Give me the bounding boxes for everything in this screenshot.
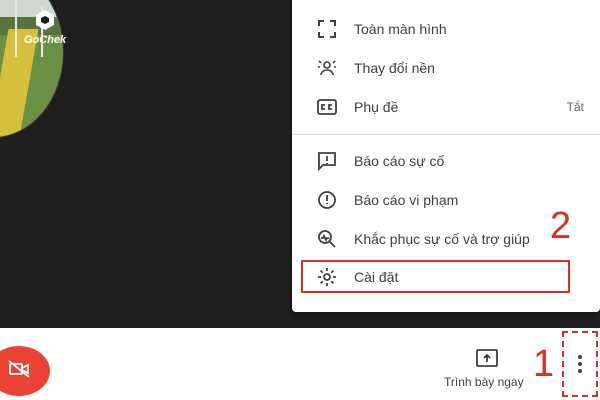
menu-item-label: Toàn màn hình: [354, 21, 447, 37]
camera-off-icon: [8, 359, 30, 383]
logo-text: GoChek: [24, 34, 67, 46]
captions-status: Tắt: [566, 100, 584, 114]
fullscreen-icon: [316, 18, 338, 40]
change-background-icon: [316, 57, 338, 79]
menu-item-captions[interactable]: Phụ đề Tắt: [292, 88, 600, 126]
present-now-label: Trình bày ngay: [444, 375, 524, 389]
troubleshoot-icon: [316, 228, 338, 250]
menu-item-label: Báo cáo vi phạm: [354, 192, 459, 208]
present-now-button[interactable]: Trình bày ngay: [440, 346, 536, 396]
menu-item-report-problem[interactable]: Báo cáo sự cố: [292, 142, 600, 180]
more-options-button[interactable]: [562, 331, 598, 397]
menu-item-label: Khắc phục sự cố và trợ giúp: [354, 231, 530, 247]
gochek-logo-mark-icon: [36, 10, 54, 30]
gochek-logo: GoChek: [24, 10, 76, 50]
step-1-annotation: 1: [533, 343, 555, 385]
captions-icon: [316, 96, 338, 118]
settings-highlight-box: [301, 260, 570, 293]
report-problem-icon: [316, 150, 338, 172]
present-screen-icon: [476, 349, 498, 367]
camera-toggle-button[interactable]: [0, 346, 50, 396]
more-vert-icon: [578, 355, 582, 373]
menu-item-label: Báo cáo sự cố: [354, 153, 445, 169]
menu-divider: [292, 134, 600, 135]
menu-item-change-background[interactable]: Thay đổi nền: [292, 49, 600, 87]
menu-item-label: Thay đổi nền: [354, 60, 435, 76]
step-2-annotation: 2: [550, 205, 572, 247]
menu-item-fullscreen[interactable]: Toàn màn hình: [292, 10, 600, 48]
report-abuse-icon: [316, 189, 338, 211]
menu-item-label: Phụ đề: [354, 99, 399, 115]
bottom-toolbar: Trình bày ngay: [0, 328, 600, 400]
